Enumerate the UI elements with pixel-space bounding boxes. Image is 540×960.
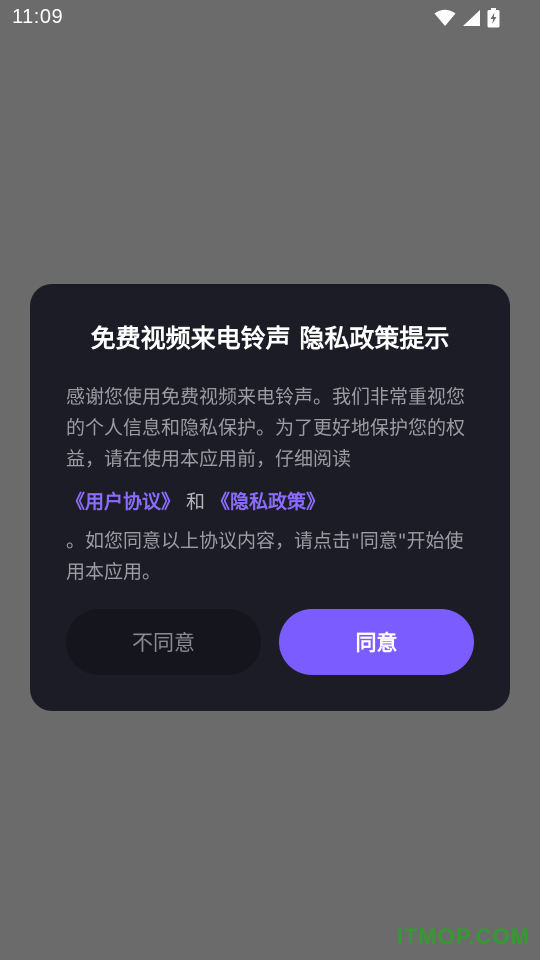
dialog-outro-text: 。如您同意以上协议内容，请点击"同意"开始使用本应用。	[66, 530, 464, 583]
status-bar: 11:09	[0, 0, 540, 36]
status-icons	[434, 8, 500, 28]
disagree-button[interactable]: 不同意	[66, 609, 261, 675]
link-separator: 和	[186, 491, 206, 513]
battery-charging-icon	[487, 8, 500, 28]
dialog-body: 感谢您使用免费视频来电铃声。我们非常重视您的个人信息和隐私保护。为了更好地保护您…	[66, 382, 480, 588]
policy-links: 《用户协议》和《隐私政策》	[66, 487, 480, 518]
watermark: ITMOP.COM	[396, 924, 530, 949]
user-agreement-link[interactable]: 《用户协议》	[66, 491, 180, 513]
status-time: 11:09	[12, 6, 64, 28]
privacy-dialog: 免费视频来电铃声 隐私政策提示 感谢您使用免费视频来电铃声。我们非常重视您的个人…	[30, 284, 510, 711]
dialog-intro-text: 感谢您使用免费视频来电铃声。我们非常重视您的个人信息和隐私保护。为了更好地保护您…	[66, 386, 466, 470]
signal-icon	[462, 9, 481, 27]
privacy-policy-link[interactable]: 《隐私政策》	[211, 491, 325, 513]
wifi-icon	[434, 9, 456, 27]
dialog-title: 免费视频来电铃声 隐私政策提示	[90, 324, 450, 353]
agree-button[interactable]: 同意	[279, 609, 474, 675]
